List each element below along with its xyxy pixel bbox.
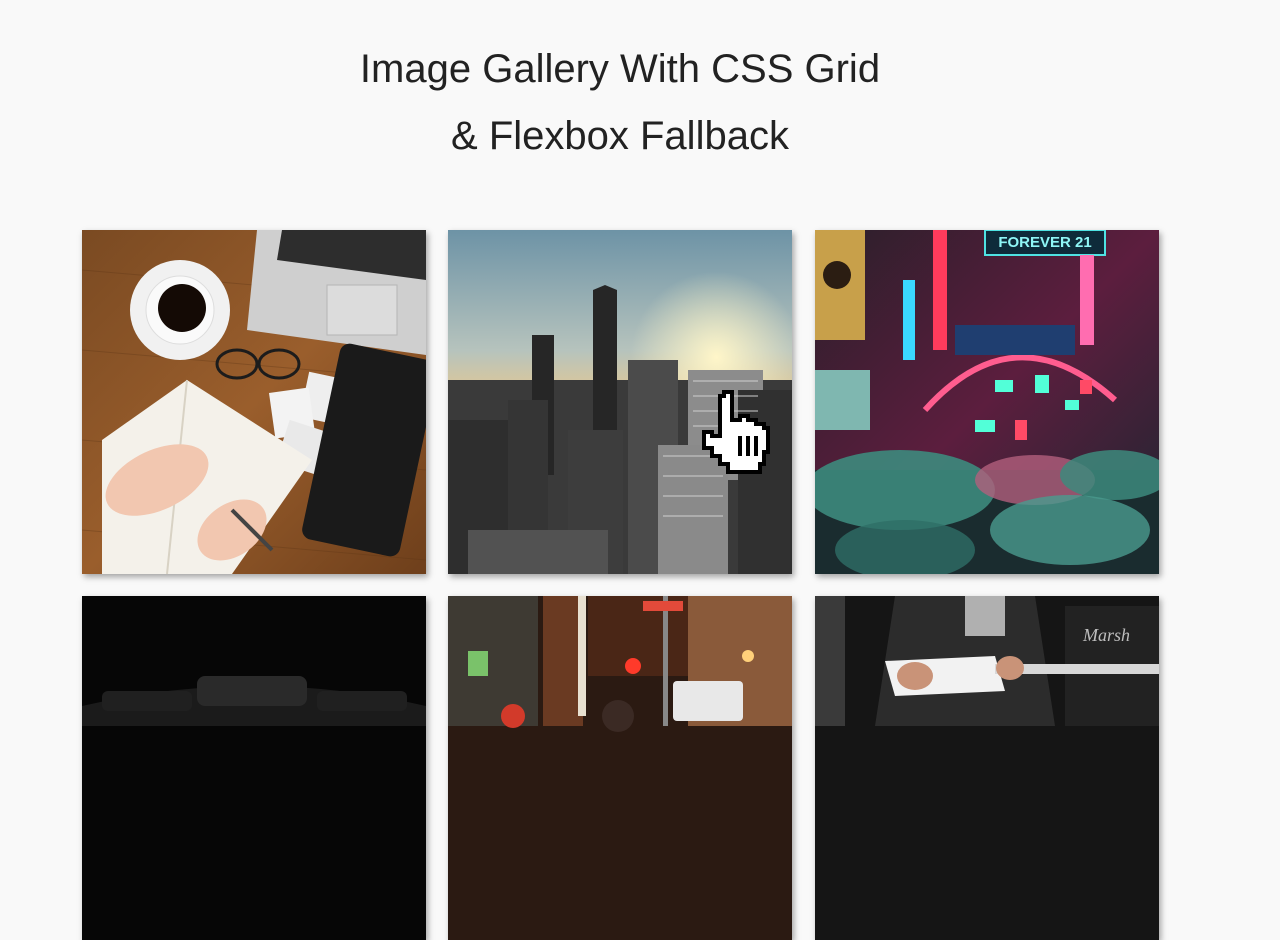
gallery-image-neon-street[interactable]: FOREVER 21 <box>815 230 1159 574</box>
gallery-image-night-street[interactable] <box>448 596 792 940</box>
gallery-image-skyline[interactable] <box>448 230 792 574</box>
page-title-line-2: & Flexbox Fallback <box>451 114 789 158</box>
image-gallery: FOREVER 21 Marsh <box>82 230 1162 940</box>
page-title-line-1: Image Gallery With CSS Grid <box>359 47 881 91</box>
forever21-sign: FOREVER 21 <box>998 234 1091 251</box>
amp-brand-text: Marsh <box>1082 625 1130 645</box>
gallery-image-desk[interactable] <box>82 230 426 574</box>
gallery-image-car-interior[interactable] <box>82 596 426 940</box>
gallery-image-guitar[interactable]: Marsh <box>815 596 1159 940</box>
page-title: Image Gallery With CSS Grid & Flexbox Fa… <box>0 36 1240 170</box>
